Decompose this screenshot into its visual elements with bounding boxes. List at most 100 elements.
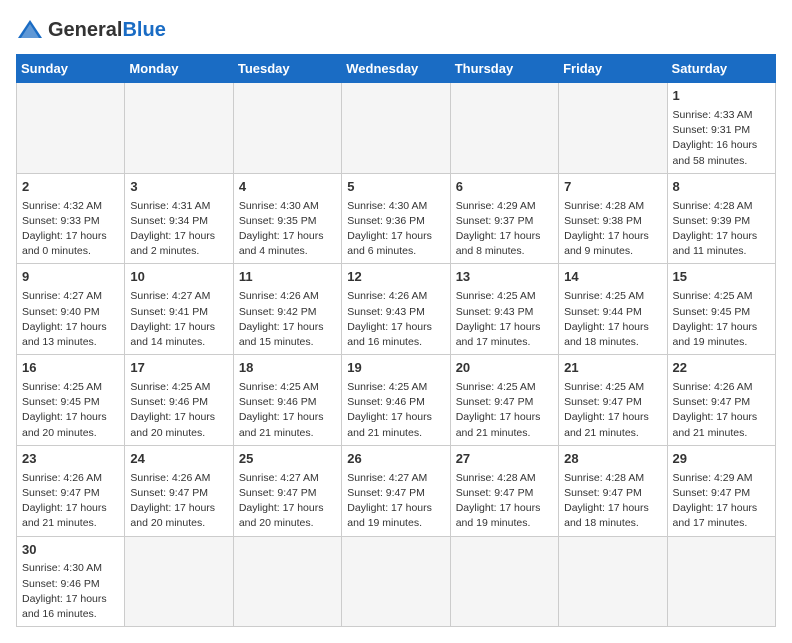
calendar-cell: 29 Sunrise: 4:29 AM Sunset: 9:47 PM Dayli… (667, 445, 775, 536)
calendar-cell: 4 Sunrise: 4:30 AM Sunset: 9:35 PM Daylig… (233, 173, 341, 264)
day-info: Sunrise: 4:28 AM Sunset: 9:47 PM Dayligh… (564, 471, 661, 532)
day-info: Sunrise: 4:26 AM Sunset: 9:47 PM Dayligh… (673, 380, 770, 441)
calendar-cell: 1 Sunrise: 4:33 AM Sunset: 9:31 PM Daylig… (667, 83, 775, 174)
day-number: 17 (130, 359, 227, 378)
calendar-cell (125, 83, 233, 174)
day-info: Sunrise: 4:29 AM Sunset: 9:47 PM Dayligh… (673, 471, 770, 532)
calendar-cell: 24Sunrise: 4:26 AM Sunset: 9:47 PM Dayli… (125, 445, 233, 536)
week-row-6: 30Sunrise: 4:30 AM Sunset: 9:46 PM Dayli… (17, 536, 776, 627)
day-number: 1 (673, 87, 770, 106)
day-number: 22 (673, 359, 770, 378)
calendar-table: SundayMondayTuesdayWednesdayThursdayFrid… (16, 54, 776, 627)
day-info: Sunrise: 4:25 AM Sunset: 9:46 PM Dayligh… (130, 380, 227, 441)
calendar-cell: 15Sunrise: 4:25 AM Sunset: 9:45 PM Dayli… (667, 264, 775, 355)
day-info: Sunrise: 4:25 AM Sunset: 9:47 PM Dayligh… (564, 380, 661, 441)
day-number: 7 (564, 178, 661, 197)
calendar-cell (233, 536, 341, 627)
day-number: 25 (239, 450, 336, 469)
calendar-cell: 12Sunrise: 4:26 AM Sunset: 9:43 PM Dayli… (342, 264, 450, 355)
calendar-cell: 8Sunrise: 4:28 AM Sunset: 9:39 PM Daylig… (667, 173, 775, 264)
day-info: Sunrise: 4:29 AM Sunset: 9:37 PM Dayligh… (456, 199, 553, 260)
day-number: 30 (22, 541, 119, 560)
day-number: 8 (673, 178, 770, 197)
day-number: 23 (22, 450, 119, 469)
day-info: Sunrise: 4:30 AM Sunset: 9:35 PM Dayligh… (239, 199, 336, 260)
calendar-cell (667, 536, 775, 627)
day-number: 29 (673, 450, 770, 469)
week-row-1: 1 Sunrise: 4:33 AM Sunset: 9:31 PM Daylig… (17, 83, 776, 174)
day-number: 18 (239, 359, 336, 378)
weekday-header-wednesday: Wednesday (342, 55, 450, 83)
calendar-cell (559, 536, 667, 627)
day-info: Sunrise: 4:25 AM Sunset: 9:45 PM Dayligh… (673, 289, 770, 350)
day-info: Sunrise: 4:30 AM Sunset: 9:36 PM Dayligh… (347, 199, 444, 260)
calendar-cell (233, 83, 341, 174)
day-info: Sunrise: 4:25 AM Sunset: 9:45 PM Dayligh… (22, 380, 119, 441)
calendar-cell (559, 83, 667, 174)
calendar-cell: 19Sunrise: 4:25 AM Sunset: 9:46 PM Dayli… (342, 355, 450, 446)
day-info: Sunrise: 4:32 AM Sunset: 9:33 PM Dayligh… (22, 199, 119, 260)
day-number: 13 (456, 268, 553, 287)
day-number: 6 (456, 178, 553, 197)
day-number: 28 (564, 450, 661, 469)
day-info: Sunrise: 4:27 AM Sunset: 9:41 PM Dayligh… (130, 289, 227, 350)
week-row-5: 23 Sunrise: 4:26 AM Sunset: 9:47 PM Dayli… (17, 445, 776, 536)
calendar-cell: 7 Sunrise: 4:28 AM Sunset: 9:38 PM Daylig… (559, 173, 667, 264)
day-number: 12 (347, 268, 444, 287)
weekday-header-monday: Monday (125, 55, 233, 83)
day-number: 27 (456, 450, 553, 469)
day-info: Sunrise: 4:27 AM Sunset: 9:47 PM Dayligh… (239, 471, 336, 532)
day-info: Sunrise: 4:25 AM Sunset: 9:47 PM Dayligh… (456, 380, 553, 441)
day-info: Sunrise: 4:27 AM Sunset: 9:40 PM Dayligh… (22, 289, 119, 350)
calendar-cell: 22 Sunrise: 4:26 AM Sunset: 9:47 PM Dayli… (667, 355, 775, 446)
day-number: 2 (22, 178, 119, 197)
calendar-cell (17, 83, 125, 174)
calendar-cell: 14 Sunrise: 4:25 AM Sunset: 9:44 PM Dayli… (559, 264, 667, 355)
calendar-cell: 18 Sunrise: 4:25 AM Sunset: 9:46 PM Dayli… (233, 355, 341, 446)
weekday-header-friday: Friday (559, 55, 667, 83)
day-info: Sunrise: 4:25 AM Sunset: 9:44 PM Dayligh… (564, 289, 661, 350)
day-number: 9 (22, 268, 119, 287)
day-info: Sunrise: 4:25 AM Sunset: 9:43 PM Dayligh… (456, 289, 553, 350)
day-info: Sunrise: 4:28 AM Sunset: 9:38 PM Dayligh… (564, 199, 661, 260)
week-row-3: 9 Sunrise: 4:27 AM Sunset: 9:40 PM Daylig… (17, 264, 776, 355)
calendar-cell: 13 Sunrise: 4:25 AM Sunset: 9:43 PM Dayli… (450, 264, 558, 355)
calendar-cell: 6 Sunrise: 4:29 AM Sunset: 9:37 PM Daylig… (450, 173, 558, 264)
calendar-cell: 27 Sunrise: 4:28 AM Sunset: 9:47 PM Dayli… (450, 445, 558, 536)
calendar-cell: 16 Sunrise: 4:25 AM Sunset: 9:45 PM Dayli… (17, 355, 125, 446)
calendar-cell: 21Sunrise: 4:25 AM Sunset: 9:47 PM Dayli… (559, 355, 667, 446)
weekday-header-row: SundayMondayTuesdayWednesdayThursdayFrid… (17, 55, 776, 83)
calendar-cell: 20Sunrise: 4:25 AM Sunset: 9:47 PM Dayli… (450, 355, 558, 446)
day-info: Sunrise: 4:31 AM Sunset: 9:34 PM Dayligh… (130, 199, 227, 260)
day-info: Sunrise: 4:30 AM Sunset: 9:46 PM Dayligh… (22, 561, 119, 622)
day-info: Sunrise: 4:28 AM Sunset: 9:47 PM Dayligh… (456, 471, 553, 532)
day-number: 11 (239, 268, 336, 287)
day-info: Sunrise: 4:26 AM Sunset: 9:42 PM Dayligh… (239, 289, 336, 350)
calendar-cell: 30Sunrise: 4:30 AM Sunset: 9:46 PM Dayli… (17, 536, 125, 627)
calendar-cell: 25 Sunrise: 4:27 AM Sunset: 9:47 PM Dayli… (233, 445, 341, 536)
calendar-cell: 26Sunrise: 4:27 AM Sunset: 9:47 PM Dayli… (342, 445, 450, 536)
weekday-header-sunday: Sunday (17, 55, 125, 83)
calendar-cell (450, 83, 558, 174)
day-info: Sunrise: 4:25 AM Sunset: 9:46 PM Dayligh… (239, 380, 336, 441)
calendar-cell: 11 Sunrise: 4:26 AM Sunset: 9:42 PM Dayli… (233, 264, 341, 355)
calendar-cell (125, 536, 233, 627)
calendar-cell: 23 Sunrise: 4:26 AM Sunset: 9:47 PM Dayli… (17, 445, 125, 536)
day-number: 10 (130, 268, 227, 287)
calendar-cell (342, 536, 450, 627)
day-info: Sunrise: 4:25 AM Sunset: 9:46 PM Dayligh… (347, 380, 444, 441)
day-info: Sunrise: 4:26 AM Sunset: 9:47 PM Dayligh… (130, 471, 227, 532)
calendar-cell: 3 Sunrise: 4:31 AM Sunset: 9:34 PM Daylig… (125, 173, 233, 264)
logo: GeneralBlue (16, 16, 166, 44)
day-info: Sunrise: 4:33 AM Sunset: 9:31 PM Dayligh… (673, 108, 770, 169)
day-number: 5 (347, 178, 444, 197)
day-info: Sunrise: 4:26 AM Sunset: 9:47 PM Dayligh… (22, 471, 119, 532)
day-number: 4 (239, 178, 336, 197)
day-number: 14 (564, 268, 661, 287)
week-row-2: 2 Sunrise: 4:32 AM Sunset: 9:33 PM Daylig… (17, 173, 776, 264)
day-number: 3 (130, 178, 227, 197)
weekday-header-saturday: Saturday (667, 55, 775, 83)
day-number: 16 (22, 359, 119, 378)
calendar-cell: 17 Sunrise: 4:25 AM Sunset: 9:46 PM Dayli… (125, 355, 233, 446)
calendar-cell: 2 Sunrise: 4:32 AM Sunset: 9:33 PM Daylig… (17, 173, 125, 264)
